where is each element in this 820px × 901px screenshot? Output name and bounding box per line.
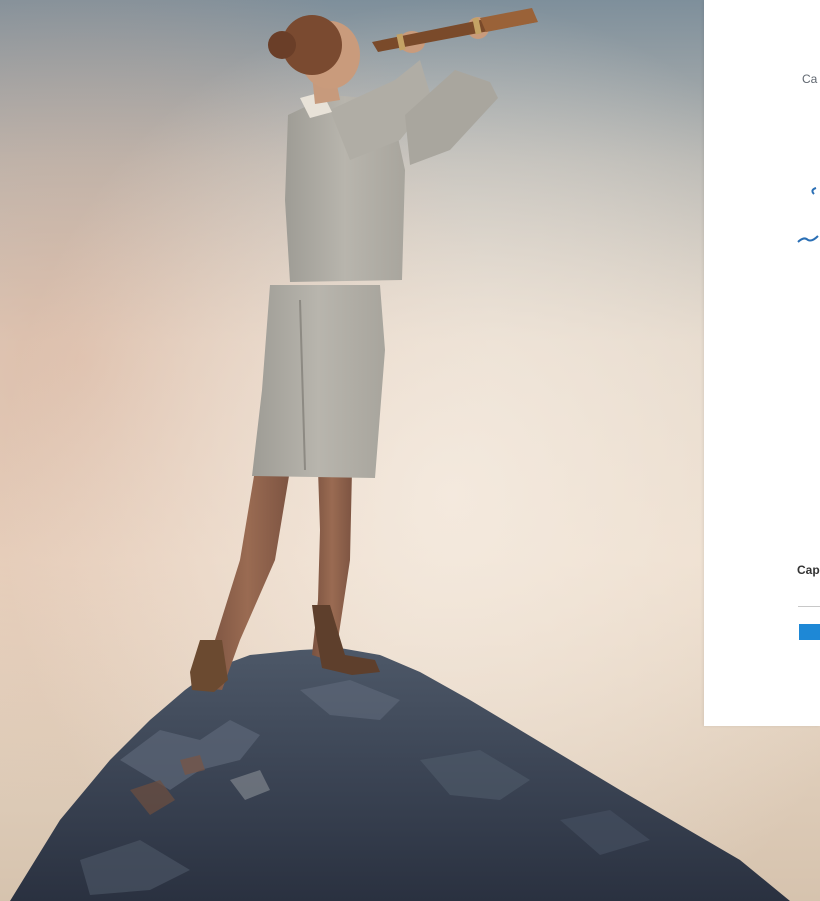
panel-caption-top: Ca bbox=[802, 72, 818, 86]
signature-icon bbox=[797, 187, 819, 243]
panel-caption-bottom: Cap bbox=[797, 563, 820, 577]
photo-scene: Ca Cap bbox=[0, 0, 820, 901]
panel-divider bbox=[798, 606, 820, 607]
photo-background bbox=[0, 0, 820, 901]
side-panel: Ca Cap bbox=[704, 0, 820, 726]
panel-action-button[interactable] bbox=[799, 624, 820, 640]
